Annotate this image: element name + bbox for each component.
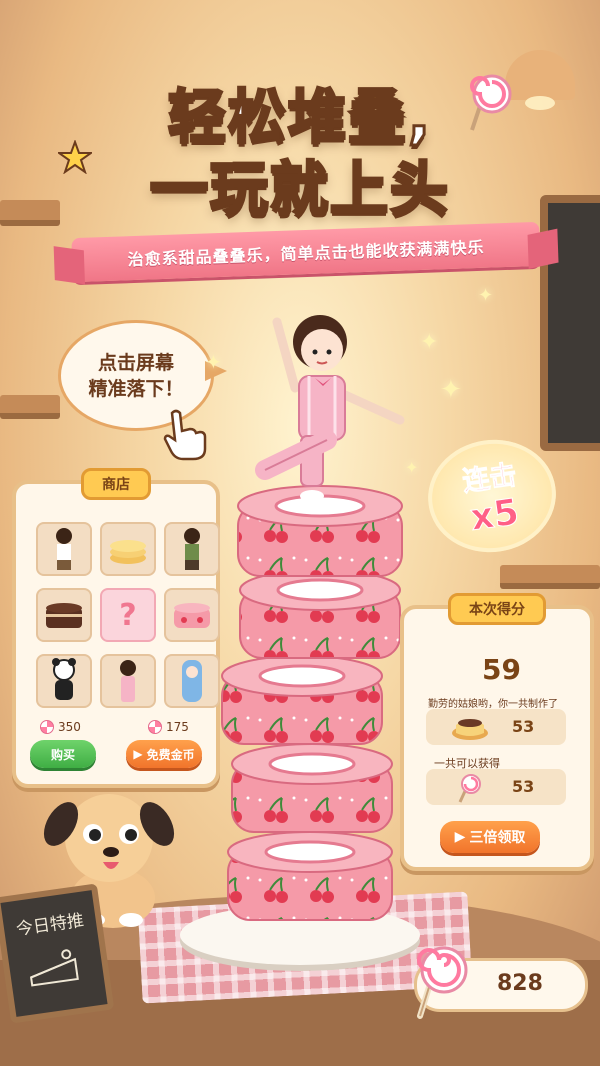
price-label-1: 350 [40, 720, 81, 734]
roll-cake-layer-2 [239, 569, 401, 659]
free-coins-button[interactable]: ▶ 免费金币 [126, 740, 202, 768]
shop-item-chocolate-cake[interactable] [36, 588, 92, 642]
video-icon: ▶ [133, 747, 143, 761]
buy-button[interactable]: 购买 [30, 740, 96, 768]
lollipop-icon [417, 946, 468, 1019]
earn-count-row: 53 [426, 769, 566, 805]
shop-item-grid: ? [36, 522, 220, 708]
triple-claim-button[interactable]: ▶ 三倍领取 [440, 821, 540, 853]
score-title: 本次得分 [448, 593, 546, 625]
roll-cake-layer-4 [231, 743, 393, 833]
subtitle-ribbon: 治愈系甜品叠叠乐，简单点击也能收获满满快乐 [71, 221, 541, 283]
combo-badge: 连击 x5 [420, 431, 564, 561]
cake-slice-icon [30, 949, 79, 987]
shop-item-roll-cake[interactable] [164, 588, 220, 642]
shop-item-girl-figure[interactable] [164, 522, 220, 576]
girl-character [255, 315, 405, 502]
sparkle-icon: ✦ [420, 330, 439, 355]
roll-cake-layer-3 [221, 655, 383, 745]
daily-special-sign: 今日特推 [0, 883, 115, 1024]
shop-item-pancakes[interactable] [100, 522, 156, 576]
daily-special-text: 今日特推 [14, 910, 86, 940]
custard-pudding-icon [452, 719, 488, 740]
wall-shelf-left-lower [0, 395, 60, 419]
shop-item-blue-costume-figure[interactable] [164, 654, 220, 708]
shop-item-boy-figure[interactable] [36, 522, 92, 576]
price-label-2: 175 [148, 720, 189, 734]
shop-item-pajama-figure[interactable] [100, 654, 156, 708]
star-icon [58, 140, 92, 174]
lollipop-icon [458, 774, 481, 803]
sparkle-icon: ✦ [205, 350, 222, 374]
wall-shelf-right [500, 565, 600, 589]
shop-item-mystery[interactable]: ? [100, 588, 156, 642]
earn-count: 53 [512, 777, 535, 796]
made-count-row: 53 [426, 709, 566, 745]
pointing-hand-icon [163, 409, 207, 461]
score-panel: 本次得分 59 勤劳的姑娘哟，你一共制作了 53 一共可以获得 53 ▶ 三倍领取 [400, 593, 594, 871]
made-count: 53 [512, 717, 535, 736]
sparkle-icon: ✦ [440, 375, 462, 405]
roll-cake-layer-5 [227, 831, 393, 921]
cake-tower [221, 485, 403, 921]
candy-total: 828 [497, 971, 543, 996]
shop-panel: 商店 ? 350 175 购买 ▶ 免费金币 [12, 468, 220, 788]
shop-title: 商店 [81, 468, 151, 500]
game-screen[interactable]: 轻松堆叠, 一玩就上头 治愈系甜品叠叠乐，简单点击也能收获满满快乐 点击屏幕 精… [0, 0, 600, 1066]
shop-item-panda-figure[interactable] [36, 654, 92, 708]
lollipop-icon [470, 74, 512, 131]
score-message: 勤劳的姑娘哟，你一共制作了 [428, 699, 558, 710]
video-icon: ▶ [454, 829, 466, 845]
lollipop-icon [148, 720, 162, 734]
score-value: 59 [482, 653, 521, 686]
tap-hint-line-1: 点击屏幕 [97, 351, 174, 374]
sparkle-icon: ✦ [478, 285, 494, 306]
lollipop-icon [40, 720, 54, 734]
tap-hint-line-2: 精准落下！ [88, 377, 184, 400]
